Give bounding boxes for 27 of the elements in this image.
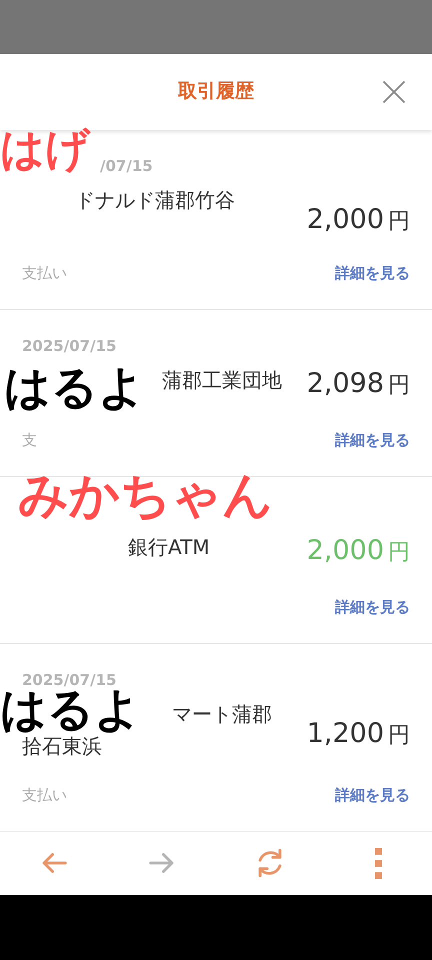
amount: 2,000	[306, 534, 384, 568]
transaction-type: 支払い	[22, 263, 67, 284]
currency-label: 円	[388, 538, 410, 566]
merchant-name: 拾石東浜	[22, 733, 102, 760]
currency-label: 円	[388, 208, 410, 236]
details-link[interactable]: 詳細を見る	[335, 596, 410, 618]
merchant-name: マート蒲郡	[172, 700, 272, 728]
sticker-text: はるよ	[4, 364, 145, 410]
sticker-text: はげ	[0, 128, 90, 172]
merchant-name: 蒲郡工業団地	[162, 366, 282, 394]
details-link[interactable]: 詳細を見る	[335, 262, 410, 284]
details-link[interactable]: 詳細を見る	[335, 784, 410, 806]
merchant-name: ドナルド蒲郡竹谷	[75, 186, 235, 214]
transaction-type: 支	[22, 430, 37, 451]
details-link[interactable]: 詳細を見る	[335, 429, 410, 452]
sticker-text: みかちゃん	[18, 470, 273, 520]
transaction-type: 支払い	[22, 785, 67, 806]
currency-label: 円	[388, 372, 410, 400]
transaction-date: /07/15	[100, 156, 153, 177]
transaction-date: 2025/07/15	[22, 336, 116, 357]
amount: 2,098	[306, 366, 384, 400]
merchant-name: 銀行ATM	[128, 534, 210, 560]
amount: 1,200	[306, 716, 384, 750]
currency-label: 円	[388, 722, 410, 750]
more-icon	[374, 848, 382, 879]
amount: 2,000	[306, 202, 384, 236]
header-title: 取引履歴	[178, 79, 254, 104]
